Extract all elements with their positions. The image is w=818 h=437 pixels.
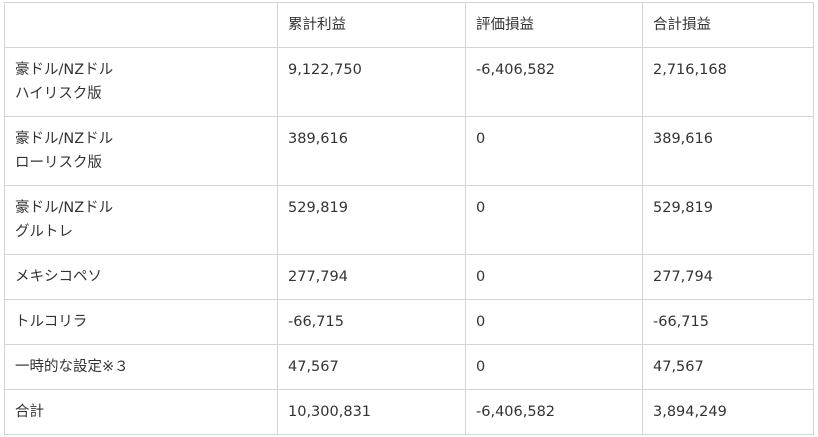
row-label-line: メキシコペソ xyxy=(15,269,102,285)
cell-unrealized: 0 xyxy=(465,116,643,186)
table-row: 豪ドル/NZドル グルトレ 529,819 0 529,819 xyxy=(4,185,814,255)
cell-unrealized: 0 xyxy=(465,299,643,345)
table-row: 豪ドル/NZドル ローリスク版 389,616 0 389,616 xyxy=(4,116,814,186)
table-row: トルコリラ -66,715 0 -66,715 xyxy=(4,299,814,345)
row-label-line: グルトレ xyxy=(15,224,73,240)
header-label xyxy=(4,2,278,48)
cell-total: -66,715 xyxy=(642,299,814,345)
table-row: 一時的な設定※３ 47,567 0 47,567 xyxy=(4,344,814,390)
cell-cumulative: 389,616 xyxy=(277,116,466,186)
row-label: 合計 xyxy=(4,389,278,435)
row-label-line: 豪ドル/NZドル xyxy=(15,200,114,216)
row-label-line: 一時的な設定※３ xyxy=(15,359,129,375)
header-total-pl: 合計損益 xyxy=(642,2,814,48)
cell-unrealized: -6,406,582 xyxy=(465,389,643,435)
cell-total: 529,819 xyxy=(642,185,814,255)
header-unrealized-pl: 評価損益 xyxy=(465,2,643,48)
profit-table: 累計利益 評価損益 合計損益 豪ドル/NZドル ハイリスク版 9,122,750… xyxy=(4,2,814,435)
row-label: 豪ドル/NZドル グルトレ xyxy=(4,185,278,255)
cell-unrealized: -6,406,582 xyxy=(465,47,643,117)
row-label-line: ハイリスク版 xyxy=(15,86,102,102)
cell-cumulative: 529,819 xyxy=(277,185,466,255)
cell-total: 277,794 xyxy=(642,254,814,300)
row-label: 一時的な設定※３ xyxy=(4,344,278,390)
cell-cumulative: 277,794 xyxy=(277,254,466,300)
row-label-line: 豪ドル/NZドル xyxy=(15,62,114,78)
row-label: 豪ドル/NZドル ハイリスク版 xyxy=(4,47,278,117)
cell-cumulative: -66,715 xyxy=(277,299,466,345)
row-label: 豪ドル/NZドル ローリスク版 xyxy=(4,116,278,186)
row-label-line: 豪ドル/NZドル xyxy=(15,131,114,147)
table-row: 豪ドル/NZドル ハイリスク版 9,122,750 -6,406,582 2,7… xyxy=(4,47,814,117)
cell-unrealized: 0 xyxy=(465,254,643,300)
cell-cumulative: 10,300,831 xyxy=(277,389,466,435)
row-label-line: トルコリラ xyxy=(15,314,88,330)
row-label: メキシコペソ xyxy=(4,254,278,300)
cell-total: 3,894,249 xyxy=(642,389,814,435)
table-header-row: 累計利益 評価損益 合計損益 xyxy=(4,2,814,48)
header-cumulative-profit: 累計利益 xyxy=(277,2,466,48)
cell-total: 2,716,168 xyxy=(642,47,814,117)
table-row: メキシコペソ 277,794 0 277,794 xyxy=(4,254,814,300)
cell-total: 47,567 xyxy=(642,344,814,390)
cell-cumulative: 9,122,750 xyxy=(277,47,466,117)
cell-total: 389,616 xyxy=(642,116,814,186)
row-label: トルコリラ xyxy=(4,299,278,345)
cell-unrealized: 0 xyxy=(465,185,643,255)
table-total-row: 合計 10,300,831 -6,406,582 3,894,249 xyxy=(4,389,814,435)
cell-cumulative: 47,567 xyxy=(277,344,466,390)
row-label-line: ローリスク版 xyxy=(15,155,102,171)
row-label-line: 合計 xyxy=(15,404,44,420)
cell-unrealized: 0 xyxy=(465,344,643,390)
